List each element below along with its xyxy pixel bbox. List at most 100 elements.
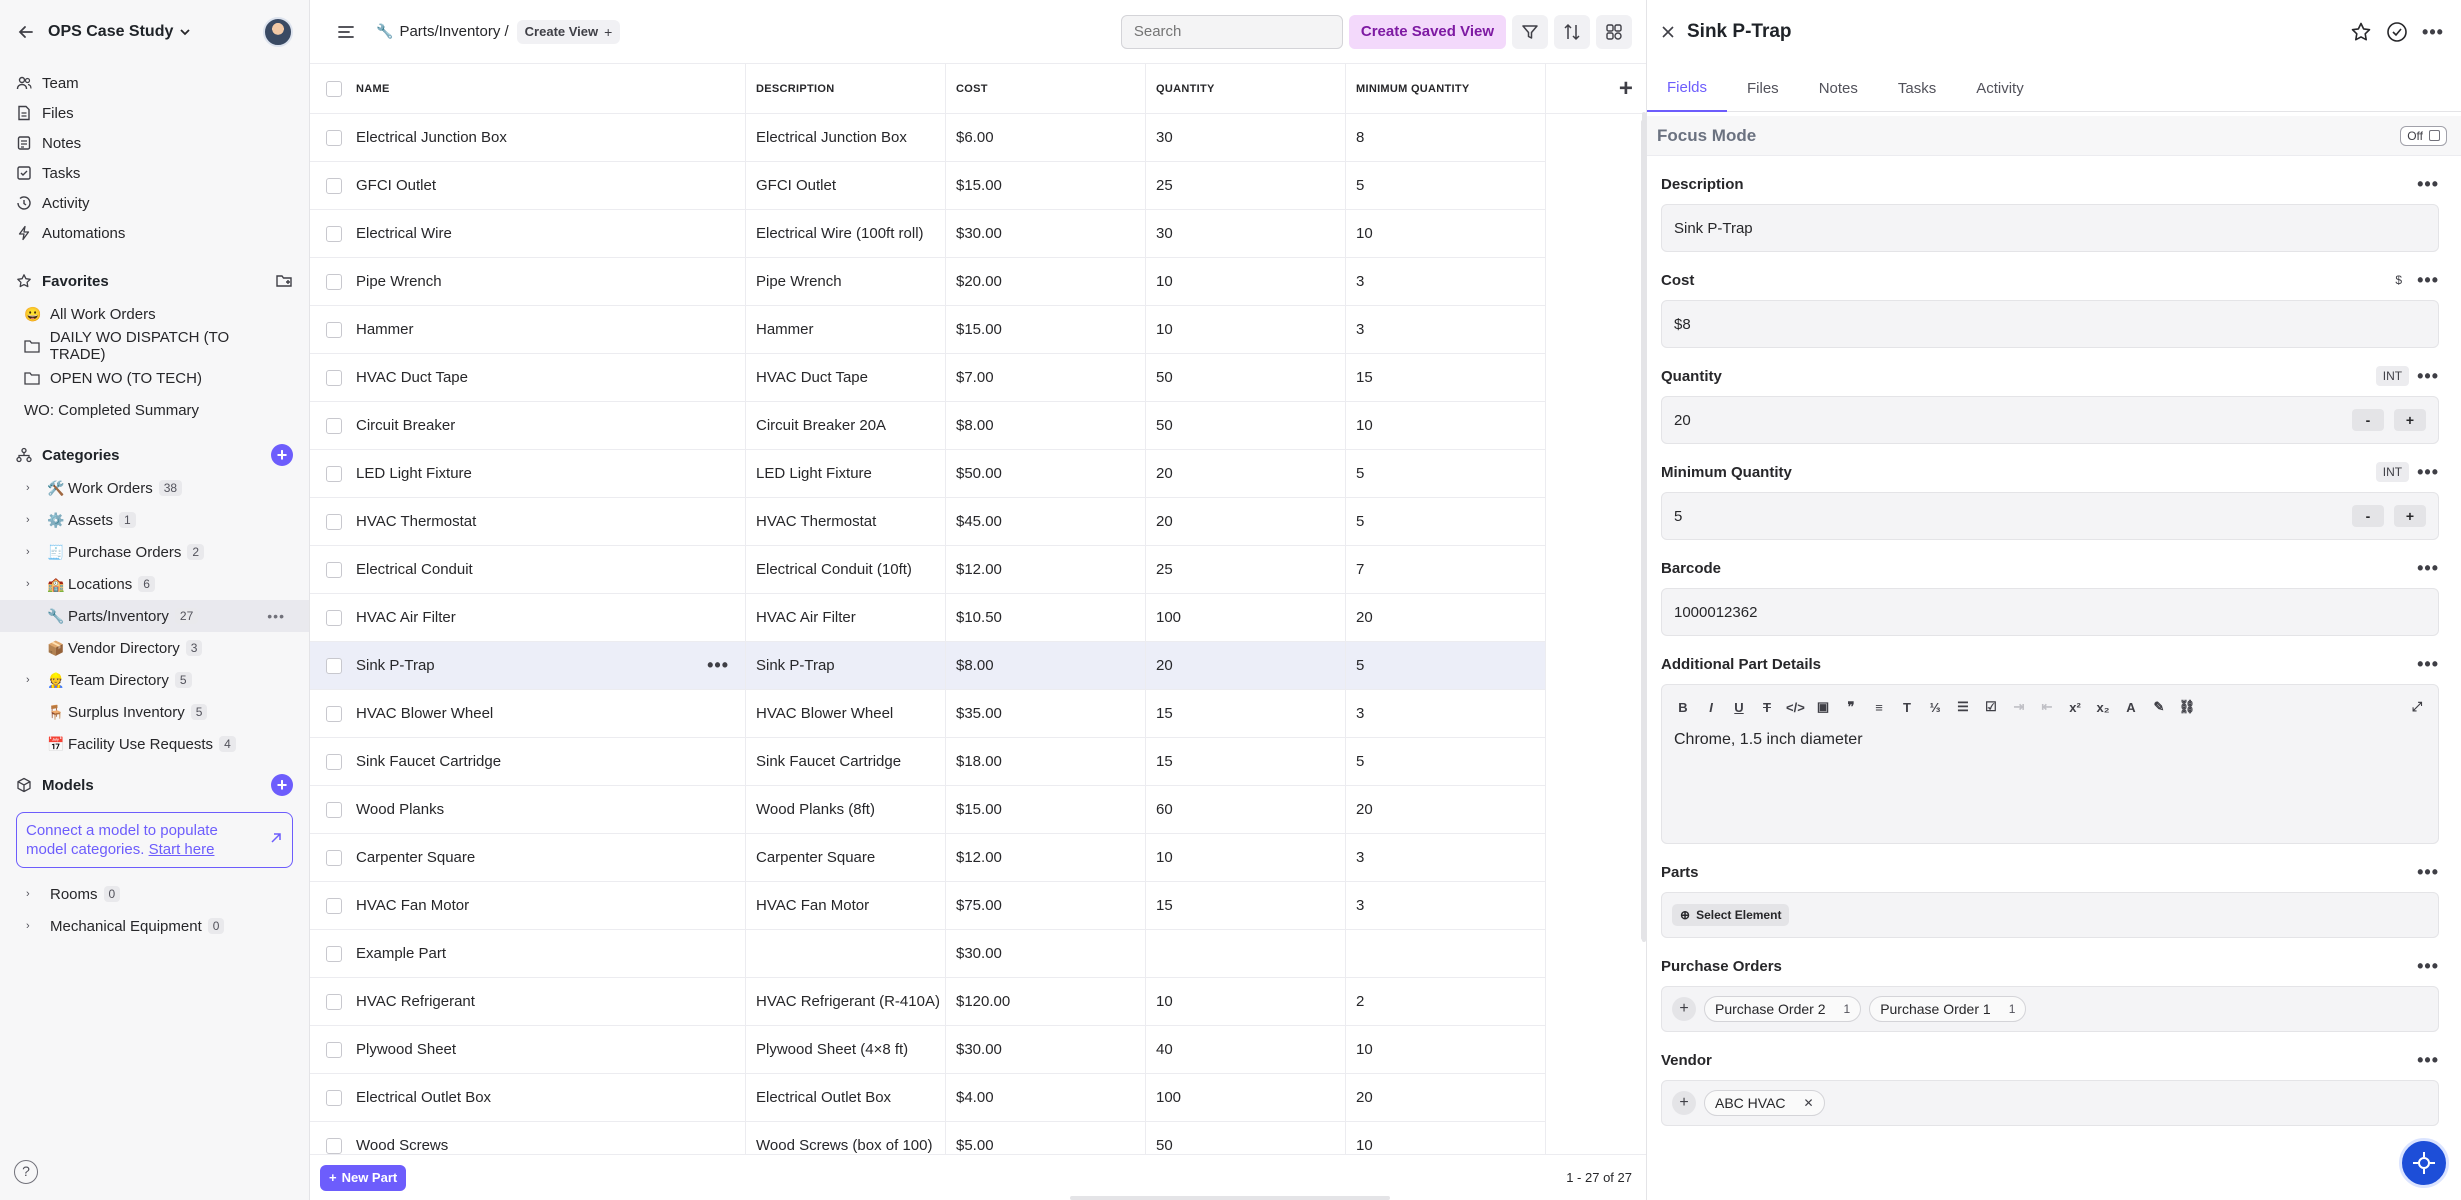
sidebar-item-notes[interactable]: Notes [0, 128, 309, 158]
workspace-switcher[interactable]: OPS Case Study [48, 23, 191, 41]
category-item[interactable]: › 🧾 Purchase Orders 2 [0, 536, 309, 568]
cell-description[interactable]: GFCI Outlet [746, 162, 946, 209]
cell-cost[interactable]: $15.00 [946, 306, 1146, 353]
bold-icon[interactable]: B [1674, 700, 1692, 715]
cell-quantity[interactable]: 10 [1146, 978, 1346, 1025]
focus-mode-toggle[interactable]: Off [2400, 125, 2447, 146]
description-input[interactable]: Sink P-Trap [1661, 204, 2439, 252]
star-icon[interactable] [2349, 20, 2373, 44]
table-row[interactable]: Example Part $30.00 [310, 930, 1546, 978]
cell-minimum-quantity[interactable]: 5 [1346, 450, 1546, 497]
row-checkbox[interactable] [326, 273, 342, 290]
more-options-icon[interactable]: ••• [2417, 175, 2439, 193]
cell-description[interactable]: Sink P-Trap [746, 642, 946, 689]
text-size-icon[interactable]: T [1898, 700, 1916, 715]
more-options-icon[interactable]: ••• [2417, 463, 2439, 481]
tab-files[interactable]: Files [1727, 64, 1799, 112]
cell-description[interactable]: HVAC Blower Wheel [746, 690, 946, 737]
cell-description[interactable]: Pipe Wrench [746, 258, 946, 305]
cell-cost[interactable]: $7.00 [946, 354, 1146, 401]
cell-minimum-quantity[interactable]: 15 [1346, 354, 1546, 401]
sidebar-item-tasks[interactable]: Tasks [0, 158, 309, 188]
cell-cost[interactable]: $75.00 [946, 882, 1146, 929]
more-options-icon[interactable]: ••• [2421, 20, 2445, 44]
purchase-order-chip[interactable]: Purchase Order 1 1 [1869, 996, 2027, 1022]
link-icon[interactable]: ⛓ [2178, 699, 2196, 715]
close-icon[interactable] [1659, 23, 1677, 41]
cell-quantity[interactable]: 25 [1146, 546, 1346, 593]
cell-name[interactable]: HVAC Blower Wheel [346, 690, 746, 737]
cell-minimum-quantity[interactable]: 7 [1346, 546, 1546, 593]
row-checkbox[interactable] [326, 225, 342, 242]
cell-cost[interactable]: $45.00 [946, 498, 1146, 545]
favorite-item[interactable]: WO: Completed Summary [0, 394, 309, 426]
table-row[interactable]: HVAC Thermostat HVAC Thermostat $45.00 20 5 [310, 498, 1546, 546]
cell-name[interactable]: Circuit Breaker [346, 402, 746, 449]
row-checkbox[interactable] [326, 705, 342, 722]
cell-minimum-quantity[interactable]: 3 [1346, 306, 1546, 353]
cell-description[interactable]: Plywood Sheet (4×8 ft) [746, 1026, 946, 1073]
cell-minimum-quantity[interactable] [1346, 930, 1546, 977]
cell-cost[interactable]: $8.00 [946, 642, 1146, 689]
category-item[interactable]: 🪑 Surplus Inventory 5 [0, 696, 309, 728]
table-row[interactable]: Electrical Outlet Box Electrical Outlet B… [310, 1074, 1546, 1122]
cell-description[interactable]: Hammer [746, 306, 946, 353]
cell-quantity[interactable]: 30 [1146, 114, 1346, 161]
row-checkbox[interactable] [326, 321, 342, 338]
assistant-button[interactable] [2399, 1138, 2449, 1188]
category-item[interactable]: › 👷 Team Directory 5 [0, 664, 309, 696]
subscript-icon[interactable]: x₂ [2094, 700, 2112, 715]
cell-cost[interactable]: $120.00 [946, 978, 1146, 1025]
cell-cost[interactable]: $30.00 [946, 210, 1146, 257]
cell-quantity[interactable]: 10 [1146, 834, 1346, 881]
row-checkbox[interactable] [326, 369, 342, 386]
cell-quantity[interactable] [1146, 930, 1346, 977]
table-row[interactable]: HVAC Air Filter HVAC Air Filter $10.50 100 2… [310, 594, 1546, 642]
more-options-icon[interactable]: ••• [2417, 367, 2439, 385]
cell-minimum-quantity[interactable]: 10 [1346, 210, 1546, 257]
cell-description[interactable]: Electrical Wire (100ft roll) [746, 210, 946, 257]
cell-minimum-quantity[interactable]: 5 [1346, 498, 1546, 545]
cell-cost[interactable]: $50.00 [946, 450, 1146, 497]
favorite-item[interactable]: 😀 All Work Orders [0, 298, 309, 330]
code-block-icon[interactable]: ▣ [1814, 699, 1832, 715]
cell-minimum-quantity[interactable]: 8 [1346, 114, 1546, 161]
row-checkbox[interactable] [326, 129, 342, 146]
tab-activity[interactable]: Activity [1956, 64, 2044, 112]
cell-name[interactable]: GFCI Outlet [346, 162, 746, 209]
cell-cost[interactable]: $15.00 [946, 786, 1146, 833]
cell-description[interactable]: Sink Faucet Cartridge [746, 738, 946, 785]
cell-name[interactable]: Sink P-Trap ••• [346, 642, 746, 689]
highlight-icon[interactable]: ✎ [2150, 699, 2168, 715]
table-row[interactable]: Carpenter Square Carpenter Square $12.00 10… [310, 834, 1546, 882]
row-checkbox[interactable] [326, 465, 342, 482]
select-all-checkbox[interactable] [326, 80, 342, 97]
cell-description[interactable]: HVAC Fan Motor [746, 882, 946, 929]
cell-description[interactable]: LED Light Fixture [746, 450, 946, 497]
tab-notes[interactable]: Notes [1799, 64, 1878, 112]
cell-quantity[interactable]: 60 [1146, 786, 1346, 833]
cell-description[interactable]: HVAC Refrigerant (R-410A) [746, 978, 946, 1025]
cell-quantity[interactable]: 15 [1146, 690, 1346, 737]
more-options-icon[interactable]: ••• [2417, 957, 2439, 975]
cell-quantity[interactable]: 50 [1146, 354, 1346, 401]
row-checkbox[interactable] [326, 657, 342, 674]
sidebar-item-activity[interactable]: Activity [0, 188, 309, 218]
category-item[interactable]: 🔧 Parts/Inventory 27 ••• [0, 600, 309, 632]
cell-minimum-quantity[interactable]: 5 [1346, 738, 1546, 785]
expand-icon[interactable]: ⤢ [2408, 699, 2426, 715]
row-checkbox[interactable] [326, 849, 342, 866]
cell-minimum-quantity[interactable]: 2 [1346, 978, 1546, 1025]
cell-quantity[interactable]: 25 [1146, 162, 1346, 209]
start-here-link[interactable]: Start here [149, 841, 215, 858]
cell-cost[interactable]: $30.00 [946, 930, 1146, 977]
cell-name[interactable]: Pipe Wrench [346, 258, 746, 305]
filter-icon[interactable] [1512, 14, 1548, 49]
cell-name[interactable]: HVAC Air Filter [346, 594, 746, 641]
cell-quantity[interactable]: 50 [1146, 402, 1346, 449]
cell-minimum-quantity[interactable]: 3 [1346, 258, 1546, 305]
category-item[interactable]: › 🏫 Locations 6 [0, 568, 309, 600]
row-checkbox[interactable] [326, 801, 342, 818]
cell-quantity[interactable]: 100 [1146, 594, 1346, 641]
row-checkbox[interactable] [326, 753, 342, 770]
